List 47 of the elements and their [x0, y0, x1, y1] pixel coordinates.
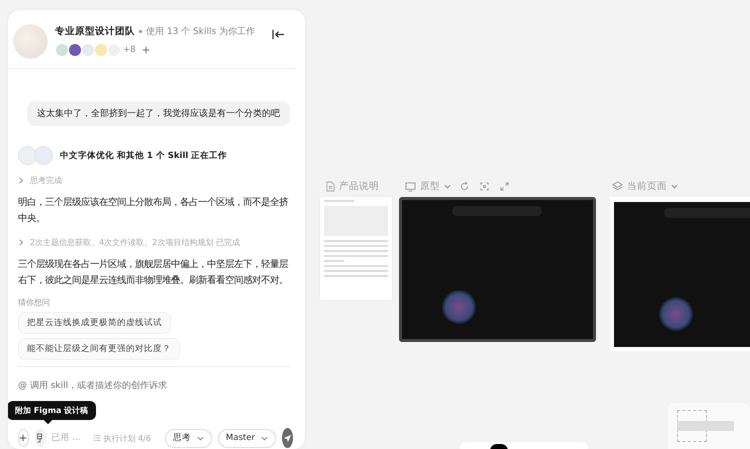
current-page-label: 当前页面: [627, 180, 667, 193]
suggestion-chip[interactable]: 把星云连线换成更极简的虚线试试: [18, 312, 171, 334]
chevron-icon: [18, 239, 25, 246]
collapse-panel-button[interactable]: [272, 28, 285, 42]
refresh-icon[interactable]: [460, 182, 469, 191]
document-icon: [326, 181, 335, 192]
status-dot-icon: [139, 30, 142, 33]
chevron-down-icon: [260, 434, 268, 442]
send-icon: [282, 434, 292, 442]
send-button[interactable]: [282, 428, 293, 448]
team-name: 专业原型设计团队: [55, 25, 135, 38]
plus-icon: [142, 46, 150, 54]
team-logo: [13, 24, 48, 59]
skill-avatar-icon: [18, 146, 37, 165]
expand-icon[interactable]: [500, 182, 509, 191]
chevron-down-icon: [444, 183, 451, 190]
collapse-icon: [272, 29, 285, 40]
fit-screen-icon[interactable]: [480, 182, 489, 191]
prototype-preview-drawing[interactable]: [399, 197, 596, 342]
chevron-down-icon: [671, 183, 678, 190]
monitor-icon: [405, 182, 416, 192]
skill-status-text: 中文字体优化 和其他 1 个 Skill 正在工作: [60, 150, 228, 162]
member-count: +8: [123, 45, 136, 55]
minimap-drawing[interactable]: [668, 403, 750, 449]
list-icon: [92, 434, 100, 442]
member-avatar[interactable]: [68, 43, 82, 57]
assistant-message: 明白，三个层级应该在空间上分散布局，各占一个区域，而不是全挤中央。: [18, 196, 290, 226]
page-preview-drawing[interactable]: [610, 197, 750, 351]
layers-icon: [612, 181, 623, 192]
figma-attach-button[interactable]: [34, 429, 46, 447]
assistant-message: 三个层级现在各占一片区域，旗舰层居中偏上，中坚层左下，轻量层右下，彼此之间是星云连线而非物理堆叠。刷新看看空间感对不对。: [18, 258, 289, 288]
tooltip: 附加 Figma 设计稿: [8, 401, 96, 423]
chevron-icon: [18, 177, 25, 184]
user-message: 这太集中了，全部挤到一起了，我觉得应该是有一个分类的吧: [27, 101, 290, 126]
skill-avatar-icon: [34, 146, 53, 165]
chevron-down-icon: [196, 434, 204, 442]
doc-label: 产品说明: [339, 180, 379, 193]
team-status: 使用 13 个 Skills 为你工作: [146, 26, 256, 38]
document-thumbnail-drawing[interactable]: [320, 197, 392, 300]
add-button[interactable]: [18, 429, 29, 447]
mode-dropdown[interactable]: 思考: [164, 428, 212, 448]
plus-icon: [19, 434, 28, 442]
figma-icon: [36, 433, 44, 443]
suggestions-heading: 猜你想问: [18, 297, 50, 308]
prototype-label: 原型: [420, 180, 440, 193]
branch-dropdown[interactable]: Master: [218, 428, 276, 448]
suggestion-chip[interactable]: 能不能让层级之间有更强的对比度？: [18, 338, 180, 360]
